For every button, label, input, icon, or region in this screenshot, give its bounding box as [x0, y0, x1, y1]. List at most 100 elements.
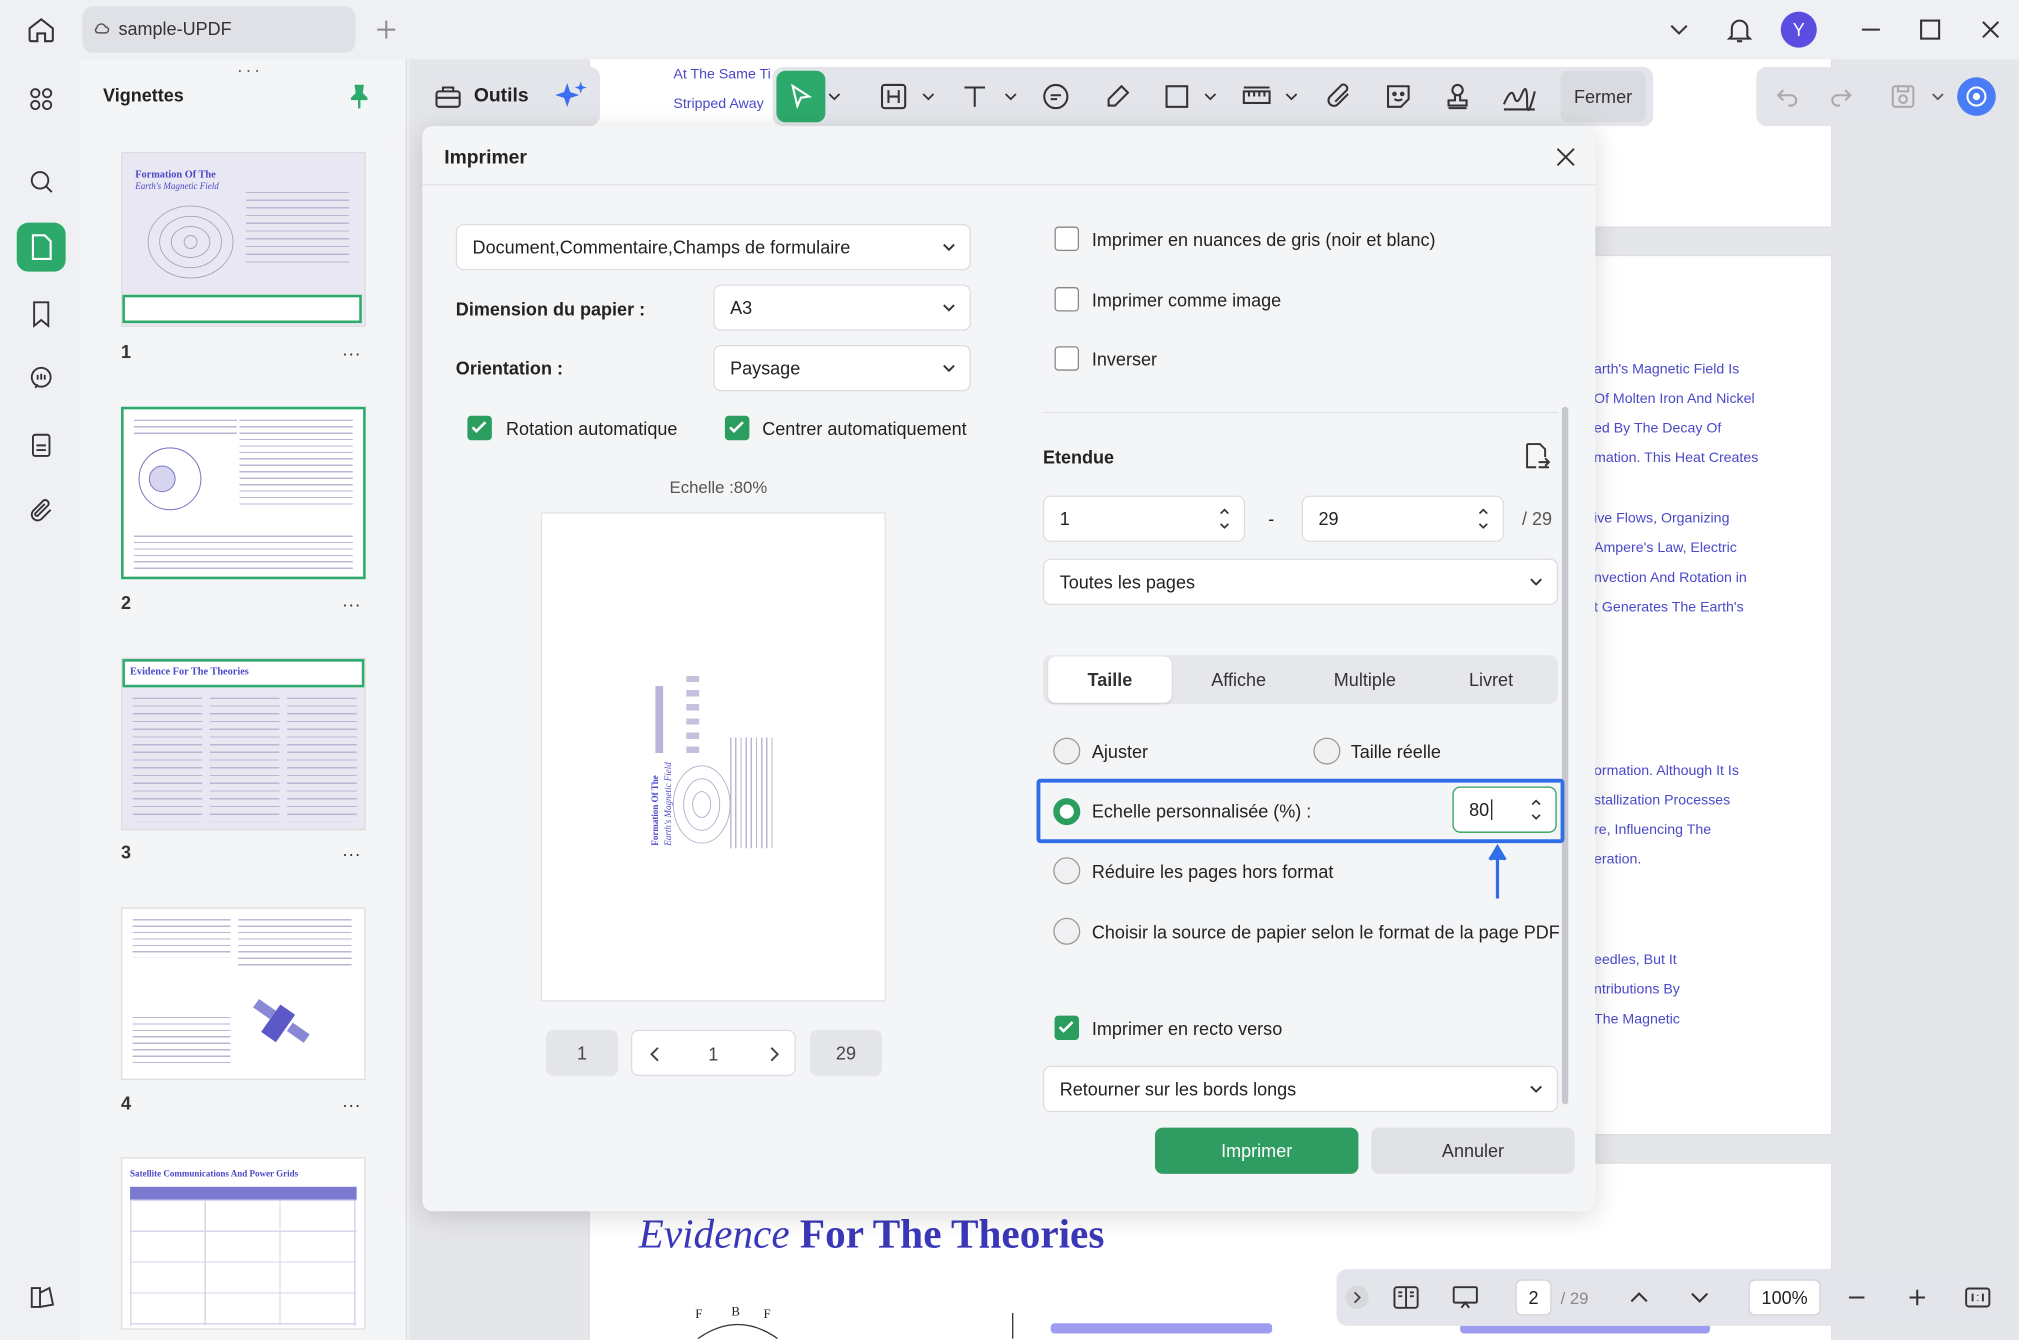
undo-icon[interactable] — [1772, 81, 1803, 112]
thumbnail-more-button[interactable]: ... — [343, 1090, 362, 1111]
stepper-icon[interactable] — [1218, 505, 1231, 533]
range-from-input[interactable]: 1 — [1042, 495, 1246, 542]
new-tab-icon[interactable] — [371, 14, 402, 45]
range-to-input[interactable]: 29 — [1301, 495, 1504, 542]
text-icon[interactable] — [959, 81, 990, 112]
close-toolbar-button[interactable]: Fermer — [1560, 70, 1646, 123]
custom-scale-input[interactable]: 80 — [1452, 786, 1557, 833]
duplex-checkbox[interactable] — [1054, 1015, 1080, 1041]
close-window-icon[interactable] — [1975, 14, 2006, 45]
collapse-icon[interactable] — [1345, 1285, 1369, 1310]
tab-multiple[interactable]: Multiple — [1303, 656, 1427, 702]
thumbnail-page-4[interactable] — [121, 907, 366, 1080]
stepper-icon[interactable] — [1477, 505, 1490, 533]
chevron-down-icon[interactable] — [1684, 1282, 1715, 1313]
attachment-icon[interactable] — [1324, 81, 1355, 112]
comments-icon[interactable] — [17, 354, 66, 403]
grayscale-checkbox[interactable] — [1054, 226, 1080, 252]
chevron-right-icon[interactable] — [766, 1045, 781, 1063]
pin-icon[interactable] — [345, 82, 373, 110]
page-number-input[interactable]: 2 — [1515, 1279, 1552, 1316]
thumbnail-more-button[interactable]: ... — [343, 339, 362, 360]
rectangle-icon[interactable] — [1161, 81, 1192, 112]
maximize-icon[interactable] — [1915, 14, 1946, 45]
tab-taille[interactable]: Taille — [1048, 656, 1172, 703]
invert-checkbox[interactable] — [1054, 346, 1080, 371]
chevron-down-icon[interactable] — [1004, 90, 1017, 103]
actual-size-radio[interactable] — [1313, 737, 1341, 765]
stamp-icon[interactable] — [1442, 81, 1473, 112]
redo-icon[interactable] — [1826, 81, 1857, 112]
chevron-down-icon[interactable] — [922, 90, 935, 103]
thumbnail-more-button[interactable]: ... — [343, 839, 362, 860]
duplex-mode-select[interactable]: Retourner sur les bords longs — [1042, 1065, 1558, 1113]
attachment-icon[interactable] — [17, 487, 66, 536]
bell-icon[interactable] — [1724, 14, 1755, 45]
heading-icon[interactable] — [878, 81, 909, 112]
comment-icon[interactable] — [1040, 81, 1071, 112]
custom-scale-radio[interactable] — [1053, 798, 1081, 826]
page-text: nvection And Rotation in — [1594, 570, 1747, 586]
shrink-radio[interactable] — [1053, 857, 1081, 885]
chevron-down-icon[interactable] — [828, 90, 841, 103]
orientation-select[interactable]: Paysage — [713, 344, 971, 392]
minimize-icon[interactable] — [1855, 14, 1886, 45]
presentation-icon[interactable] — [1450, 1282, 1481, 1313]
range-swap-icon[interactable] — [1521, 440, 1552, 471]
signature-icon[interactable] — [1501, 81, 1536, 112]
tab-livret[interactable]: Livret — [1429, 656, 1553, 702]
chevron-left-icon[interactable] — [648, 1045, 663, 1063]
search-icon[interactable] — [17, 157, 66, 206]
stepper-icon[interactable] — [1530, 795, 1543, 823]
ai-sparkle-icon[interactable] — [554, 79, 590, 115]
thumbnail-more-button[interactable]: ... — [343, 590, 362, 611]
fit-radio[interactable] — [1053, 737, 1081, 765]
panel-resize-handle[interactable]: ··· — [237, 59, 263, 80]
zoom-level[interactable]: 100% — [1748, 1279, 1821, 1316]
thumbnails-icon[interactable] — [16, 222, 66, 272]
chevron-down-icon[interactable] — [1204, 90, 1217, 103]
avatar[interactable]: Y — [1780, 11, 1817, 48]
sticker-icon[interactable] — [1383, 81, 1414, 112]
tab-affiche[interactable]: Affiche — [1177, 656, 1301, 702]
measure-icon[interactable] — [1241, 81, 1272, 112]
reading-mode-icon[interactable] — [1391, 1282, 1422, 1313]
layers-icon[interactable] — [17, 1273, 66, 1322]
last-page-button[interactable]: 29 — [809, 1029, 883, 1077]
zoom-out-icon[interactable] — [1841, 1282, 1872, 1313]
content-select[interactable]: Document,Commentaire,Champs de formulair… — [455, 223, 971, 271]
first-page-button[interactable]: 1 — [545, 1029, 619, 1077]
current-page[interactable]: 1 — [708, 1044, 718, 1065]
auto-center-checkbox[interactable] — [724, 415, 750, 441]
cancel-button[interactable]: Annuler — [1371, 1127, 1575, 1174]
home-icon[interactable] — [26, 14, 57, 45]
chevron-down-icon[interactable] — [1931, 90, 1944, 103]
print-button[interactable]: Imprimer — [1154, 1127, 1359, 1174]
chevron-up-icon[interactable] — [1624, 1282, 1655, 1313]
document-tab[interactable]: sample-UPDF — [82, 6, 356, 53]
scrollbar[interactable] — [1561, 406, 1569, 1105]
pages-select[interactable]: Toutes les pages — [1042, 558, 1558, 605]
thumbnail-page-1[interactable]: Formation Of The Earth's Magnetic Field — [121, 151, 366, 327]
save-icon[interactable] — [1888, 81, 1919, 112]
chevron-down-icon[interactable] — [1285, 90, 1298, 103]
as-image-checkbox[interactable] — [1054, 287, 1080, 312]
close-icon[interactable] — [1552, 143, 1580, 171]
zoom-in-icon[interactable] — [1902, 1282, 1933, 1313]
ai-assistant-icon[interactable] — [1957, 77, 1996, 116]
auto-rotate-checkbox[interactable] — [467, 415, 492, 441]
chevron-down-icon[interactable] — [1664, 14, 1695, 45]
thumbnail-page-3[interactable]: Evidence For The Theories — [121, 657, 366, 831]
actual-size-icon[interactable] — [1962, 1282, 1993, 1313]
paper-size-select[interactable]: A3 — [713, 284, 971, 331]
select-tool[interactable] — [776, 70, 826, 123]
bookmark-icon[interactable] — [17, 290, 66, 339]
thumbnail-page-2[interactable] — [121, 406, 366, 580]
toolbox-icon — [433, 81, 464, 112]
apps-icon[interactable] — [17, 75, 66, 124]
paper-source-radio[interactable] — [1053, 917, 1081, 945]
pages-icon[interactable] — [17, 421, 66, 470]
content-select-value: Document,Commentaire,Champs de formulair… — [472, 236, 851, 258]
thumbnail-page-5[interactable]: Satellite Communications And Power Grids — [121, 1157, 366, 1330]
highlighter-icon[interactable] — [1102, 81, 1133, 112]
